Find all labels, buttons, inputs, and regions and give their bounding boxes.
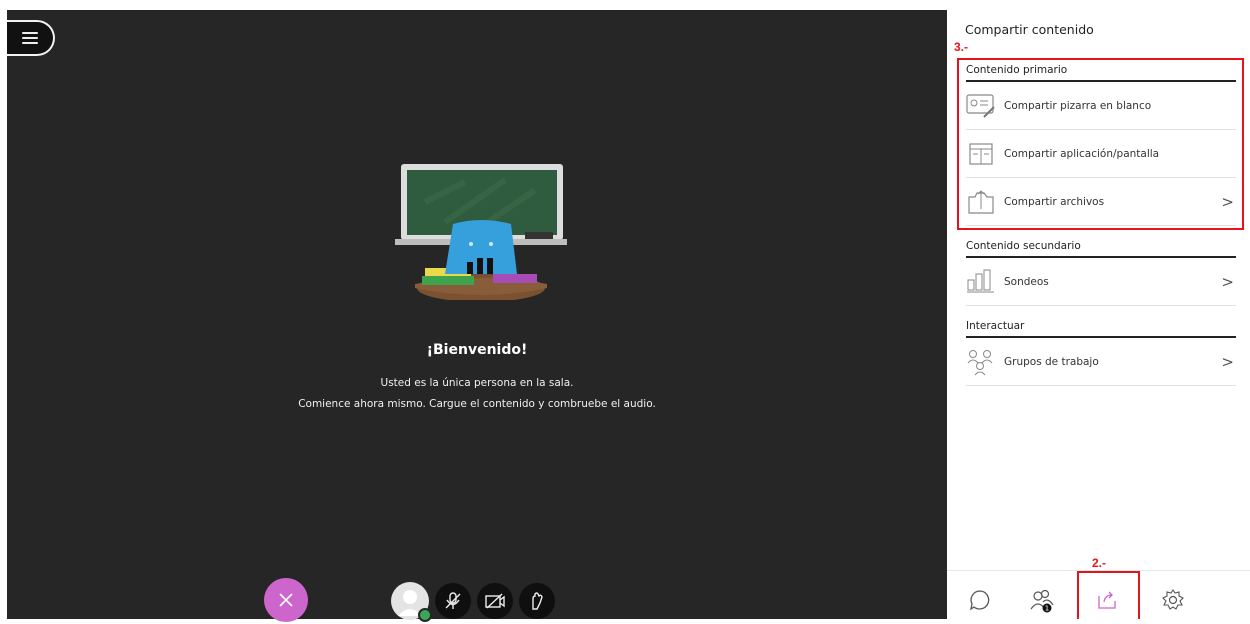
welcome-message-line-1: Usted es la única persona en la sala. <box>380 377 574 389</box>
share-files-item[interactable]: Compartir archivos > <box>966 178 1236 226</box>
avatar[interactable] <box>391 582 432 622</box>
screen-share-icon <box>966 139 996 169</box>
settings-button[interactable] <box>1160 587 1186 613</box>
annotation-step-3: 3.- <box>954 40 969 54</box>
settings-icon <box>1162 589 1184 610</box>
attendees-icon: 1 <box>1030 589 1054 613</box>
welcome-title: ¡Bienvenido! <box>426 342 528 358</box>
polls-icon <box>966 267 996 297</box>
share-content-panel: Compartir contenido 3.- Contenido primar… <box>947 0 1250 619</box>
attendees-count-badge: 1 <box>1045 605 1049 613</box>
close-panel-button[interactable] <box>264 578 308 622</box>
chat-icon <box>970 590 990 611</box>
classroom-illustration <box>395 164 567 300</box>
share-screen-item[interactable]: Compartir aplicación/pantalla <box>966 130 1236 178</box>
camera-off-icon <box>485 593 505 609</box>
chevron-right-icon: > <box>1221 192 1234 211</box>
session-menu-button[interactable] <box>7 20 55 56</box>
whiteboard-icon <box>966 91 996 121</box>
share-whiteboard-label: Compartir pizarra en blanco <box>1004 99 1152 112</box>
session-stage: ¡Bienvenido! Usted es la única persona e… <box>7 10 947 622</box>
share-files-label: Compartir archivos <box>1004 195 1105 208</box>
hamburger-icon <box>22 32 38 44</box>
attendees-button[interactable]: 1 <box>1029 587 1055 613</box>
microphone-muted-icon <box>445 592 461 609</box>
microphone-toggle-button[interactable] <box>435 583 471 619</box>
files-icon <box>966 187 996 217</box>
chat-button[interactable] <box>967 587 993 613</box>
section-heading-primary: Contenido primario <box>966 64 1236 82</box>
polls-label: Sondeos <box>1004 275 1049 288</box>
share-screen-label: Compartir aplicación/pantalla <box>1004 147 1160 160</box>
annotation-step-2: 2.- <box>1092 556 1107 570</box>
breakout-groups-label: Grupos de trabajo <box>1004 355 1099 368</box>
close-icon <box>279 593 293 607</box>
breakout-groups-icon <box>966 347 996 377</box>
chevron-right-icon: > <box>1221 352 1234 371</box>
camera-toggle-button[interactable] <box>477 583 513 619</box>
breakout-groups-item[interactable]: Grupos de trabajo > <box>966 338 1236 386</box>
share-whiteboard-item[interactable]: Compartir pizarra en blanco <box>966 82 1236 130</box>
session-controls <box>391 581 555 622</box>
polls-item[interactable]: Sondeos > <box>966 258 1236 306</box>
panel-title: Compartir contenido <box>965 22 1094 37</box>
raise-hand-button[interactable] <box>519 583 555 619</box>
status-ok-badge <box>418 608 432 622</box>
annotation-highlight-share-button <box>1077 571 1140 619</box>
chevron-right-icon: > <box>1221 272 1234 291</box>
section-heading-secondary: Contenido secundario <box>966 240 1236 258</box>
section-heading-interact: Interactuar <box>966 320 1236 338</box>
welcome-message-line-2: Comience ahora mismo. Cargue el contenid… <box>298 398 656 410</box>
raise-hand-icon <box>532 592 543 610</box>
